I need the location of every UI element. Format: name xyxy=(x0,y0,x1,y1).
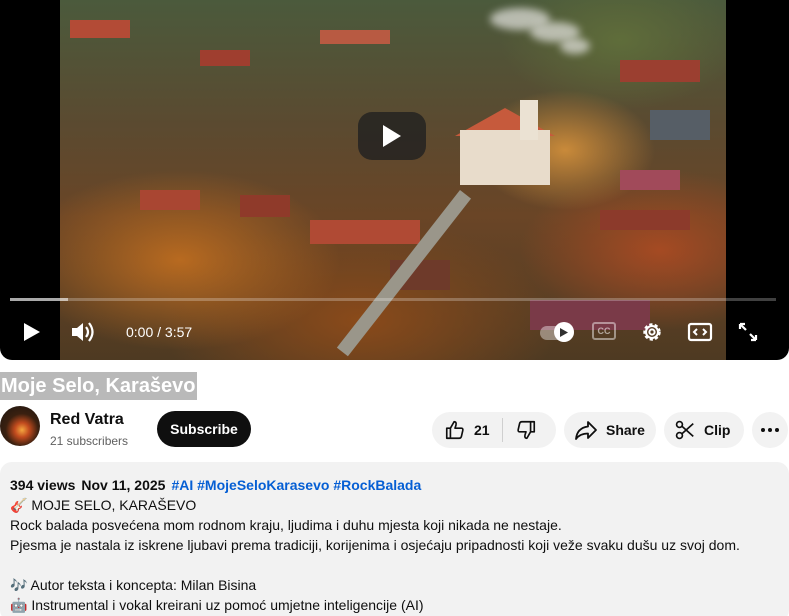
more-horizontal-icon xyxy=(761,428,779,432)
more-actions-button[interactable] xyxy=(752,412,788,448)
progress-bar[interactable] xyxy=(10,298,776,301)
dislike-button[interactable] xyxy=(503,412,537,448)
volume-button[interactable] xyxy=(68,318,98,346)
hashtag-link[interactable]: #RockBalada xyxy=(333,477,421,493)
upload-date: Nov 11, 2025 xyxy=(81,477,166,493)
description-line: 🎶 Autor teksta i koncepta: Milan Bisina xyxy=(10,577,257,593)
current-time: 0:00 xyxy=(126,324,154,340)
fullscreen-button[interactable] xyxy=(734,318,762,346)
total-time: 3:57 xyxy=(164,324,193,340)
description-line: Pjesma je nastala iz iskrene ljubavi pre… xyxy=(10,537,740,553)
fullscreen-icon xyxy=(738,322,758,342)
thumbs-up-icon xyxy=(445,420,464,440)
like-dislike-group: 21 xyxy=(432,412,556,448)
share-label: Share xyxy=(606,422,645,438)
play-icon xyxy=(560,327,568,337)
scissors-icon xyxy=(675,420,694,440)
channel-avatar[interactable] xyxy=(0,406,40,446)
share-icon xyxy=(575,421,597,440)
play-button[interactable] xyxy=(18,320,46,344)
description-line: 🎸 MOJE SELO, KARAŠEVO xyxy=(10,497,197,513)
gear-icon xyxy=(643,323,661,341)
subscriber-count: 21 subscribers xyxy=(50,434,129,448)
hashtag-link[interactable]: #MojeSeloKarasevo xyxy=(197,477,329,493)
play-icon xyxy=(383,125,401,147)
like-button[interactable]: 21 xyxy=(432,412,490,448)
hashtag-link[interactable]: #AI xyxy=(171,477,193,493)
play-icon xyxy=(24,323,40,341)
clip-button[interactable]: Clip xyxy=(664,412,744,448)
video-thumbnail xyxy=(60,0,726,360)
settings-button[interactable] xyxy=(638,318,666,346)
description-line: 🤖 Instrumental i vokal kreirani uz pomoć… xyxy=(10,597,424,613)
autoplay-knob xyxy=(554,322,574,342)
like-count: 21 xyxy=(474,422,490,438)
share-button[interactable]: Share xyxy=(564,412,656,448)
time-display: 0:00 / 3:57 xyxy=(126,324,192,340)
volume-icon xyxy=(72,322,94,342)
thumbs-down-icon xyxy=(516,420,535,440)
description-line: Rock balada posvećena mom rodnom kraju, … xyxy=(10,517,562,533)
description-meta: 394 views Nov 11, 2025 #AI #MojeSeloKara… xyxy=(10,475,779,495)
description-box[interactable]: 394 views Nov 11, 2025 #AI #MojeSeloKara… xyxy=(0,462,789,616)
time-separator: / xyxy=(153,324,165,340)
view-count: 394 views xyxy=(10,477,76,493)
subscribe-button[interactable]: Subscribe xyxy=(157,411,251,447)
theater-mode-button[interactable] xyxy=(686,318,714,346)
channel-name[interactable]: Red Vatra xyxy=(50,411,124,429)
video-title: Moje Selo, Karaševo xyxy=(0,372,197,400)
video-player[interactable]: 0:00 / 3:57 CC xyxy=(0,0,789,360)
theater-icon xyxy=(687,322,713,342)
progress-buffered xyxy=(10,298,68,301)
large-play-button[interactable] xyxy=(358,112,426,160)
clip-label: Clip xyxy=(704,422,731,438)
autoplay-toggle[interactable] xyxy=(540,321,576,343)
subtitles-button[interactable]: CC xyxy=(592,322,616,340)
hashtags: #AI #MojeSeloKarasevo #RockBalada xyxy=(171,475,421,495)
